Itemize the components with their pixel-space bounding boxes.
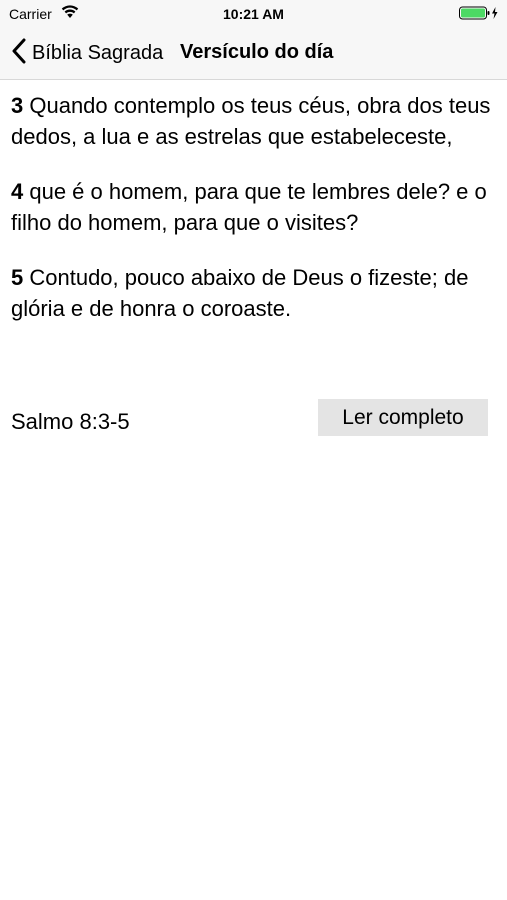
verse-number: 5 — [11, 265, 24, 290]
page-title: Versículo do día — [180, 41, 334, 63]
read-full-button[interactable]: Ler completo — [318, 399, 488, 436]
verse-footer: Salmo 8:3-5 Ler completo — [11, 399, 488, 439]
verse-text: que é o homem, para que te lembres dele?… — [11, 179, 487, 235]
verse-list: 3 Quando contemplo os teus céus, obra do… — [11, 90, 499, 348]
verse-number: 3 — [11, 93, 24, 118]
back-label: Bíblia Sagrada — [32, 41, 164, 64]
verse-item: 4 que é o homem, para que te lembres del… — [11, 176, 499, 238]
status-time: 10:21 AM — [223, 6, 284, 22]
verse-reference: Salmo 8:3-5 — [11, 409, 130, 434]
back-button[interactable]: Bíblia Sagrada — [10, 38, 163, 68]
verse-text: Contudo, pouco abaixo de Deus o fizeste;… — [11, 265, 469, 321]
verse-text: Quando contemplo os teus céus, obra dos … — [11, 93, 491, 149]
chevron-left-icon — [10, 38, 32, 69]
status-bar: Carrier 10:21 AM — [0, 0, 507, 28]
navigation-bar: Bíblia Sagrada Versículo do día — [0, 28, 507, 80]
verse-item: 5 Contudo, pouco abaixo de Deus o fizest… — [11, 262, 499, 324]
battery-charging-icon — [459, 6, 499, 20]
verse-item: 3 Quando contemplo os teus céus, obra do… — [11, 90, 499, 152]
verse-number: 4 — [11, 179, 24, 204]
